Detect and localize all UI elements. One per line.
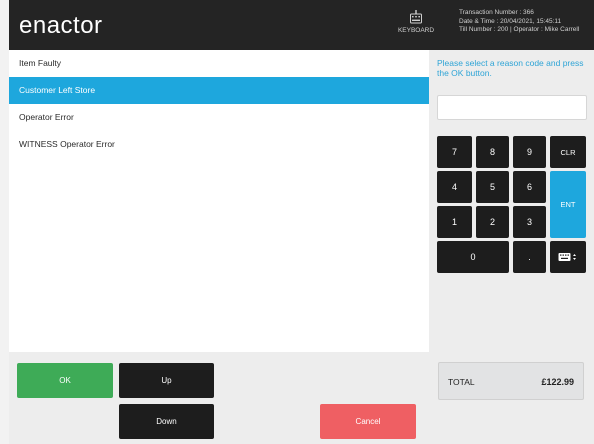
- up-button[interactable]: Up: [119, 363, 214, 398]
- total-label: TOTAL: [448, 377, 475, 387]
- transaction-info: Transaction Number : 366 Date & Time : 2…: [459, 9, 579, 35]
- enactor-logo: enactor: [19, 12, 103, 39]
- key-9[interactable]: 9: [513, 136, 546, 168]
- key-1[interactable]: 1: [437, 206, 472, 238]
- key-4[interactable]: 4: [437, 171, 472, 203]
- ok-button[interactable]: OK: [17, 363, 113, 398]
- key-0[interactable]: 0: [437, 241, 509, 273]
- key-7[interactable]: 7: [437, 136, 472, 168]
- reason-item-operator-error[interactable]: Operator Error: [9, 104, 429, 131]
- total-display: TOTAL £122.99: [438, 362, 584, 400]
- keyboard-switch-icon: [558, 253, 576, 261]
- date-time: Date & Time : 20/04/2021, 15:45:11: [459, 17, 562, 25]
- key-5[interactable]: 5: [476, 171, 509, 203]
- key-8[interactable]: 8: [476, 136, 509, 168]
- header-bar: enactor KEYBOARD Transaction Number : 36…: [9, 0, 594, 50]
- key-decimal[interactable]: .: [513, 241, 546, 273]
- key-3[interactable]: 3: [513, 206, 546, 238]
- key-enter[interactable]: ENT: [550, 171, 586, 238]
- reason-item-faulty[interactable]: Item Faulty: [9, 50, 429, 77]
- keyboard-label: KEYBOARD: [397, 27, 435, 34]
- keyboard-toggle-button[interactable]: KEYBOARD: [387, 10, 445, 34]
- till-operator: Till Number : 200 | Operator : Mike Carr…: [459, 26, 580, 34]
- transaction-number: Transaction Number : 366: [459, 9, 534, 16]
- action-bar: OK Up Down Cancel: [9, 352, 429, 444]
- key-clear[interactable]: CLR: [550, 136, 586, 168]
- key-2[interactable]: 2: [476, 206, 509, 238]
- keyboard-switch-button[interactable]: [550, 241, 586, 273]
- instruction-text: Please select a reason code and press th…: [437, 58, 584, 78]
- reason-code-list: Item Faulty Customer Left Store Operator…: [9, 50, 429, 352]
- reason-item-witness-operator-error[interactable]: WITNESS Operator Error: [9, 131, 429, 158]
- keypad-panel: Please select a reason code and press th…: [429, 50, 594, 444]
- entry-field[interactable]: [437, 95, 587, 120]
- key-6[interactable]: 6: [513, 171, 546, 203]
- reason-item-customer-left-store[interactable]: Customer Left Store: [9, 77, 429, 104]
- left-edge-strip: [0, 0, 9, 444]
- keyboard-icon: [410, 10, 422, 24]
- cancel-button[interactable]: Cancel: [320, 404, 416, 439]
- total-amount: £122.99: [541, 377, 574, 387]
- down-button[interactable]: Down: [119, 404, 214, 439]
